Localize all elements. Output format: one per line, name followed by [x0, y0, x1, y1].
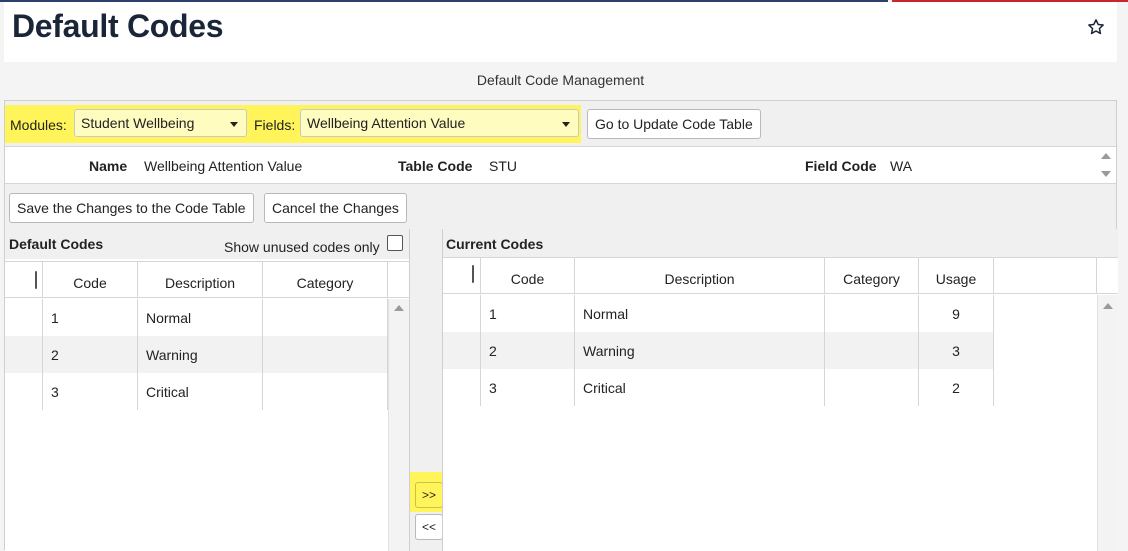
page-subtitle: Default Code Management — [476, 72, 645, 88]
current-codes-pane: Current Codes Code Description Category … — [442, 229, 1118, 551]
modules-label: Modules: — [10, 117, 67, 133]
fields-select-value: Wellbeing Attention Value — [307, 115, 466, 131]
go-to-update-code-table-button[interactable]: Go to Update Code Table — [587, 109, 761, 139]
select-all-cell — [5, 262, 43, 297]
table-code-value: STU — [489, 158, 517, 174]
row-select-cell — [5, 336, 43, 373]
table-row[interactable]: 3 Critical 2 — [443, 369, 994, 406]
column-header-code[interactable]: Code — [43, 262, 138, 297]
description-cell: Critical — [138, 373, 263, 410]
code-cell: 2 — [481, 332, 575, 369]
category-cell — [263, 299, 388, 336]
column-header-code[interactable]: Code — [481, 258, 575, 293]
transfer-column: >> << — [410, 229, 447, 551]
category-cell — [825, 332, 919, 369]
category-cell — [263, 336, 388, 373]
row-select-cell — [5, 299, 43, 336]
category-cell — [825, 369, 919, 406]
column-header-category[interactable]: Category — [825, 258, 919, 293]
remove-code-button[interactable]: << — [415, 514, 443, 540]
row-select-cell — [443, 295, 481, 332]
select-all-checkbox[interactable] — [471, 265, 474, 283]
code-cell: 1 — [481, 295, 575, 332]
field-info-row: Name Wellbeing Attention Value Table Cod… — [5, 146, 1116, 184]
page-header: Default Codes — [4, 2, 1117, 62]
default-codes-title: Default Codes — [9, 236, 104, 252]
default-codes-header: Default Codes Show unused codes only — [5, 229, 409, 259]
default-codes-grid-header: Code Description Category — [5, 261, 409, 298]
chevron-down-icon — [562, 122, 570, 127]
category-cell — [825, 295, 919, 332]
default-codes-scrollbar[interactable] — [388, 299, 409, 551]
table-row[interactable]: 2 Warning — [5, 336, 388, 373]
description-cell: Normal — [138, 299, 263, 336]
field-code-label: Field Code — [805, 158, 877, 174]
table-row[interactable]: 2 Warning 3 — [443, 332, 994, 369]
page-title: Default Codes — [12, 8, 224, 44]
row-select-cell — [443, 369, 481, 406]
current-codes-title: Current Codes — [446, 236, 544, 252]
category-cell — [263, 373, 388, 410]
show-unused-label: Show unused codes only — [224, 239, 380, 255]
filter-row: Modules: Student Wellbeing Fields: Wellb… — [5, 101, 1116, 145]
code-cell: 3 — [43, 373, 138, 410]
add-code-button[interactable]: >> — [415, 482, 443, 508]
select-all-cell — [443, 258, 481, 293]
info-scrollbar[interactable] — [1096, 147, 1116, 183]
name-label: Name — [89, 158, 128, 174]
code-cell: 1 — [43, 299, 138, 336]
code-management-panel: Modules: Student Wellbeing Fields: Wellb… — [4, 100, 1118, 551]
select-all-checkbox[interactable] — [34, 271, 37, 289]
scroll-up-icon[interactable] — [394, 305, 404, 311]
row-select-cell — [5, 373, 43, 410]
fields-label: Fields: — [254, 117, 296, 133]
table-row[interactable]: 1 Normal 9 — [443, 295, 994, 332]
usage-cell: 2 — [919, 369, 994, 406]
description-cell: Critical — [575, 369, 825, 406]
row-select-cell — [443, 332, 481, 369]
scroll-up-icon[interactable] — [1101, 153, 1111, 159]
column-header-category[interactable]: Category — [263, 262, 388, 297]
description-cell: Warning — [138, 336, 263, 373]
fields-select[interactable]: Wellbeing Attention Value — [300, 109, 579, 137]
modules-select-value: Student Wellbeing — [81, 115, 195, 131]
field-code-value: WA — [890, 158, 913, 174]
scroll-up-icon[interactable] — [1103, 303, 1113, 309]
default-codes-pane: Default Codes Show unused codes only Cod… — [5, 229, 410, 551]
table-code-label: Table Code — [398, 158, 473, 174]
star-outline-icon[interactable] — [1087, 18, 1105, 36]
column-header-description[interactable]: Description — [138, 262, 263, 297]
column-header-description[interactable]: Description — [575, 258, 825, 293]
column-header-filler — [994, 258, 1097, 293]
usage-cell: 9 — [919, 295, 994, 332]
usage-cell: 3 — [919, 332, 994, 369]
current-codes-scrollbar[interactable] — [1097, 295, 1118, 551]
chevron-down-icon — [230, 122, 238, 127]
description-cell: Warning — [575, 332, 825, 369]
table-row[interactable]: 1 Normal — [5, 299, 388, 336]
save-changes-button[interactable]: Save the Changes to the Code Table — [9, 193, 254, 223]
column-header-usage[interactable]: Usage — [919, 258, 994, 293]
modules-select[interactable]: Student Wellbeing — [74, 109, 247, 137]
scroll-down-icon[interactable] — [1101, 171, 1111, 177]
table-row[interactable]: 3 Critical — [5, 373, 388, 410]
description-cell: Normal — [575, 295, 825, 332]
show-unused-checkbox[interactable] — [387, 235, 403, 251]
cancel-changes-button[interactable]: Cancel the Changes — [264, 193, 407, 223]
name-value: Wellbeing Attention Value — [144, 158, 303, 174]
code-cell: 2 — [43, 336, 138, 373]
code-cell: 3 — [481, 369, 575, 406]
current-codes-header: Current Codes — [443, 229, 1118, 259]
current-codes-grid-header: Code Description Category Usage — [443, 257, 1118, 294]
